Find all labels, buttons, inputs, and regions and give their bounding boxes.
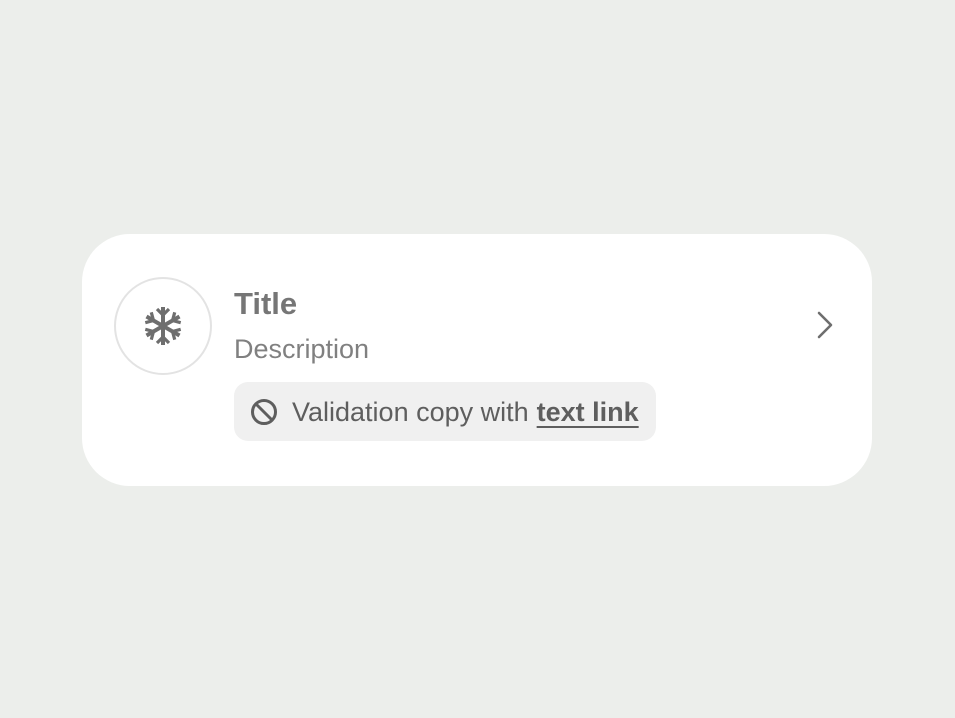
list-item-card[interactable]: Title Description Validation copy with t… — [82, 234, 872, 486]
chevron-right-icon[interactable] — [809, 308, 841, 342]
card-description: Description — [234, 334, 370, 364]
card-title: Title — [234, 286, 298, 321]
avatar — [114, 277, 212, 375]
validation-message: Validation copy with text link — [234, 382, 656, 441]
validation-text-link[interactable]: text link — [537, 395, 639, 429]
snowflake-icon — [144, 307, 182, 345]
ban-icon — [251, 398, 277, 425]
validation-copy: Validation copy with — [292, 396, 529, 427]
